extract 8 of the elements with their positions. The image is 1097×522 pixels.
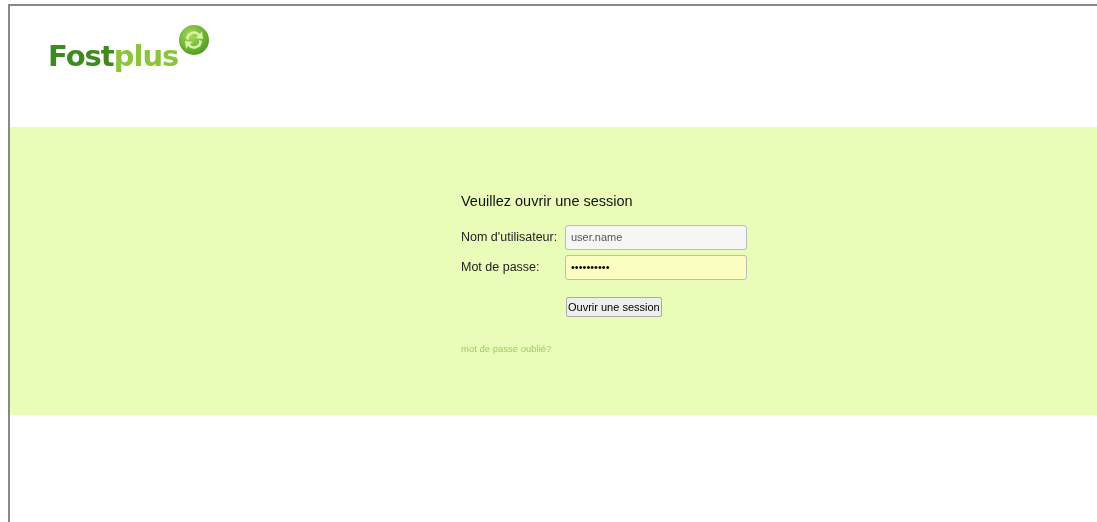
login-button[interactable]: Ouvrir une session xyxy=(566,296,662,318)
form-title: Veuillez ouvrir une session xyxy=(461,192,634,211)
password-field[interactable]: •••••••••• xyxy=(565,254,747,280)
logo-text: Fostplus xyxy=(48,42,179,71)
field-label: Nom d'utilisateur: xyxy=(461,228,559,246)
field-label: Mot de passe: xyxy=(461,258,541,276)
username-field[interactable]: user.name xyxy=(565,224,747,250)
recycle-icon xyxy=(178,24,211,56)
